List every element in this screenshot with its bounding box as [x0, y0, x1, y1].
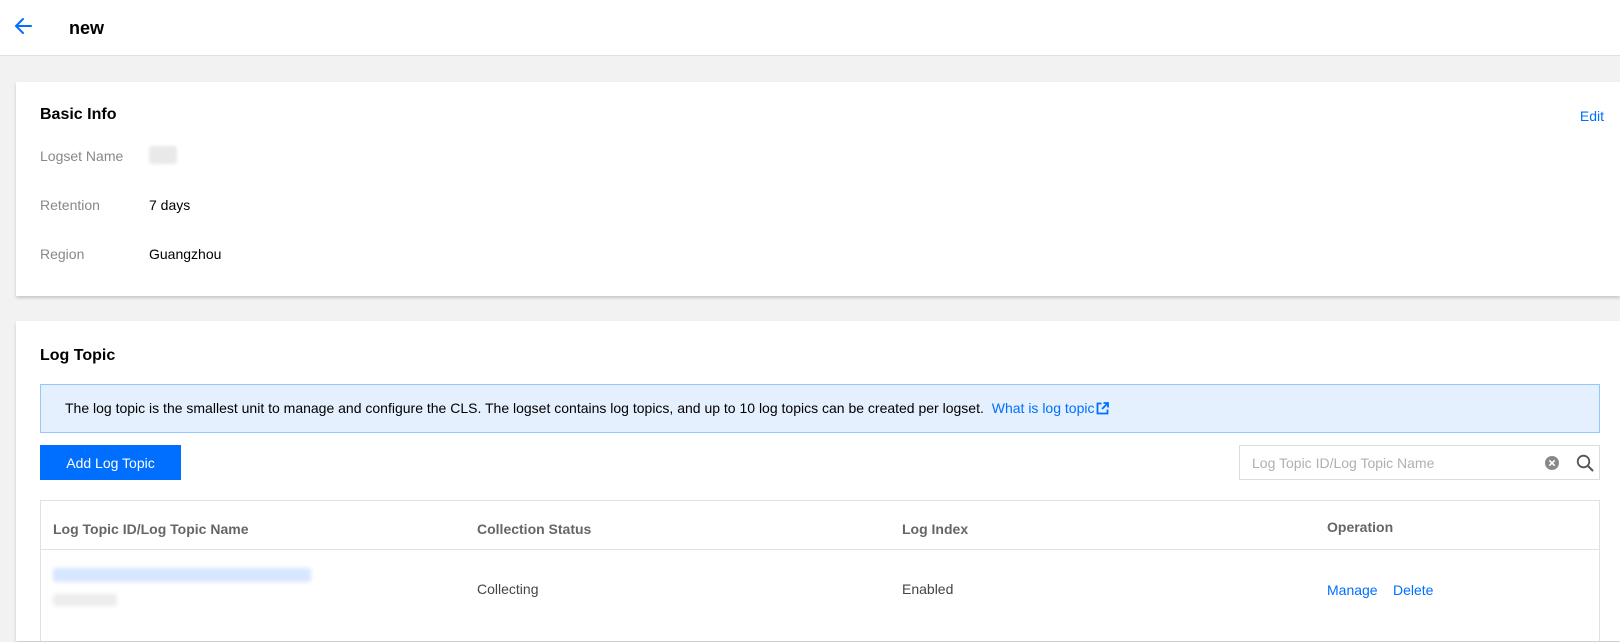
add-log-topic-button[interactable]: Add Log Topic	[40, 445, 181, 480]
column-header-index: Log Index	[902, 521, 969, 537]
log-topic-table: Log Topic ID/Log Topic Name Collection S…	[40, 500, 1600, 641]
redacted-topic-name	[53, 594, 117, 606]
region-value: Guangzhou	[149, 246, 222, 262]
top-bar: new	[0, 0, 1620, 56]
info-notice: The log topic is the smallest unit to ma…	[40, 384, 1600, 433]
redacted-topic-id[interactable]	[53, 568, 311, 582]
redacted-value	[149, 146, 177, 164]
edit-link[interactable]: Edit	[1580, 108, 1604, 124]
column-header-topic: Log Topic ID/Log Topic Name	[53, 521, 249, 537]
table-row: Collecting Enabled Manage Delete	[41, 550, 1599, 642]
retention-value: 7 days	[149, 197, 191, 213]
page-title: new	[69, 18, 105, 38]
delete-link[interactable]: Delete	[1393, 582, 1433, 598]
search-icon[interactable]	[1576, 454, 1594, 472]
manage-link[interactable]: Manage	[1327, 582, 1378, 598]
log-topic-card: Log Topic The log topic is the smallest …	[16, 321, 1620, 641]
log-index-value: Enabled	[902, 581, 954, 597]
table-header: Log Topic ID/Log Topic Name Collection S…	[41, 501, 1599, 550]
search-box	[1239, 445, 1600, 480]
what-is-log-topic-link[interactable]: What is log topic	[992, 400, 1110, 416]
collection-status-value: Collecting	[477, 581, 539, 597]
search-input[interactable]	[1252, 453, 1532, 473]
arrow-left-icon[interactable]	[12, 14, 36, 38]
retention-label: Retention	[40, 197, 100, 213]
notice-text: The log topic is the smallest unit to ma…	[65, 400, 984, 416]
notice-link-label: What is log topic	[991, 400, 1095, 416]
logset-name-label: Logset Name	[40, 148, 124, 164]
column-header-operation: Operation	[1327, 519, 1394, 535]
column-header-status: Collection Status	[477, 521, 592, 537]
external-link-icon	[1096, 402, 1110, 418]
region-label: Region	[40, 246, 85, 262]
basic-info-card: Basic Info Edit Logset Name Retention 7 …	[16, 82, 1620, 296]
logset-name-value	[149, 146, 177, 167]
clear-icon[interactable]	[1544, 455, 1560, 471]
basic-info-title: Basic Info	[40, 106, 117, 123]
log-topic-title: Log Topic	[40, 347, 116, 364]
